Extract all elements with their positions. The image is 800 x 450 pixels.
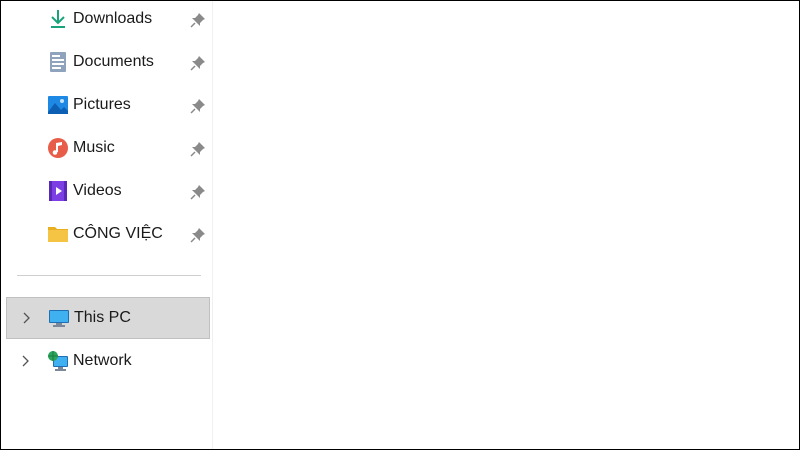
pin-icon[interactable]	[190, 55, 206, 71]
chevron-right-icon[interactable]	[18, 354, 32, 368]
nav-item-label: This PC	[74, 309, 131, 326]
nav-item-label: Pictures	[73, 96, 131, 113]
nav-item-network[interactable]: Network	[6, 341, 210, 383]
network-icon	[47, 350, 69, 372]
pictures-icon	[47, 94, 69, 116]
nav-item-videos[interactable]: Videos	[6, 171, 210, 213]
music-icon	[47, 137, 69, 159]
pin-icon[interactable]	[190, 98, 206, 114]
computer-icon	[48, 307, 70, 329]
nav-item-pictures[interactable]: Pictures	[6, 85, 210, 127]
pin-icon[interactable]	[190, 184, 206, 200]
pin-icon[interactable]	[190, 12, 206, 28]
nav-item-documents[interactable]: Documents	[6, 42, 210, 84]
nav-item-cong-viec[interactable]: CÔNG VIỆC	[6, 214, 210, 256]
nav-item-downloads[interactable]: Downloads	[6, 0, 210, 41]
chevron-right-icon[interactable]	[19, 311, 33, 325]
videos-icon	[47, 180, 69, 202]
nav-item-label: Documents	[73, 53, 154, 70]
navigation-pane: Downloads Documents Pictures Music Video…	[1, 1, 213, 449]
nav-item-label: Downloads	[73, 10, 153, 27]
section-divider	[17, 275, 201, 276]
nav-item-label: Network	[73, 352, 132, 369]
pin-icon[interactable]	[190, 227, 206, 243]
nav-item-music[interactable]: Music	[6, 128, 210, 170]
download-icon	[47, 8, 69, 30]
nav-item-label: Music	[73, 139, 115, 156]
content-area[interactable]	[213, 1, 799, 449]
nav-item-label: Videos	[73, 182, 122, 199]
file-explorer-window: Downloads Documents Pictures Music Video…	[0, 0, 800, 450]
documents-icon	[47, 51, 69, 73]
nav-item-this-pc[interactable]: This PC	[6, 297, 210, 339]
pin-icon[interactable]	[190, 141, 206, 157]
nav-item-label: CÔNG VIỆC	[73, 225, 163, 242]
folder-icon	[47, 223, 69, 245]
